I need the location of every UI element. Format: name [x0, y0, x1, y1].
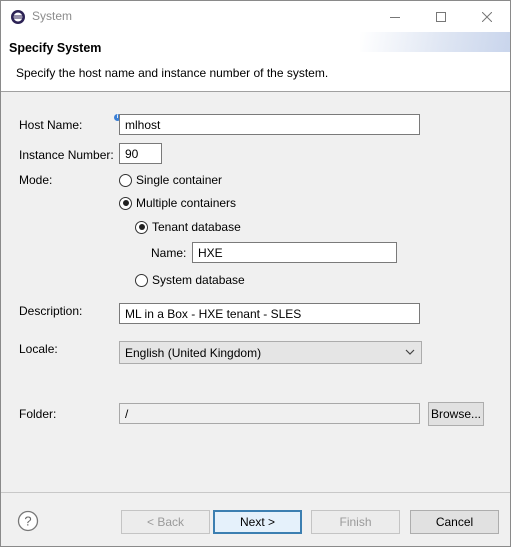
name-label: Name: — [151, 246, 187, 260]
title-bar: System — [1, 1, 510, 32]
folder-label: Folder: — [19, 407, 57, 421]
folder-input[interactable] — [119, 403, 420, 424]
multiple-containers-radio[interactable]: Multiple containers — [119, 196, 236, 210]
instance-number-label: Instance Number: — [19, 148, 114, 162]
back-button[interactable]: < Back — [121, 510, 210, 534]
mode-label: Mode: — [19, 173, 53, 187]
close-button[interactable] — [464, 1, 510, 32]
svg-text:?: ? — [24, 514, 31, 529]
host-name-label: Host Name: — [19, 118, 83, 132]
eclipse-icon — [10, 9, 26, 25]
radio-checked-icon — [135, 220, 148, 234]
minimize-button[interactable] — [372, 1, 418, 32]
multiple-containers-label: Multiple containers — [136, 196, 237, 210]
description-label: Description: — [19, 304, 83, 318]
next-button[interactable]: Next > — [213, 510, 302, 534]
host-name-input[interactable] — [119, 114, 420, 135]
tenant-database-label: Tenant database — [152, 220, 241, 234]
system-database-radio[interactable]: System database — [135, 273, 245, 287]
close-icon — [482, 11, 492, 22]
footer-separator — [1, 492, 510, 493]
locale-value: English (United Kingdom) — [125, 345, 262, 360]
page-description: Specify the host name and instance numbe… — [16, 66, 329, 80]
radio-unchecked-icon — [119, 173, 132, 187]
tenant-database-radio[interactable]: Tenant database — [135, 220, 241, 234]
finish-button[interactable]: Finish — [311, 510, 400, 534]
window-title: System — [32, 9, 73, 23]
description-input[interactable] — [119, 303, 420, 324]
locale-label: Locale: — [19, 342, 58, 356]
maximize-icon — [436, 11, 446, 22]
browse-button[interactable]: Browse... — [428, 402, 484, 426]
single-container-label: Single container — [136, 173, 223, 187]
minimize-icon — [390, 16, 400, 18]
wizard-header: Specify System Specify the host name and… — [1, 32, 510, 92]
chevron-down-icon — [404, 346, 416, 361]
maximize-button[interactable] — [418, 1, 464, 32]
cancel-button[interactable]: Cancel — [410, 510, 499, 534]
system-database-label: System database — [152, 273, 245, 287]
question-icon[interactable]: ? — [17, 510, 39, 532]
single-container-radio[interactable]: Single container — [119, 173, 222, 187]
name-input[interactable] — [192, 242, 397, 263]
instance-number-input[interactable] — [119, 143, 162, 164]
page-title: Specify System — [9, 41, 102, 55]
radio-unchecked-icon — [135, 273, 148, 287]
radio-checked-icon — [119, 196, 132, 210]
system-dialog: System Specify System Specify the host n… — [0, 0, 511, 547]
header-decoration — [360, 32, 510, 52]
locale-select[interactable]: English (United Kingdom) — [119, 341, 422, 364]
